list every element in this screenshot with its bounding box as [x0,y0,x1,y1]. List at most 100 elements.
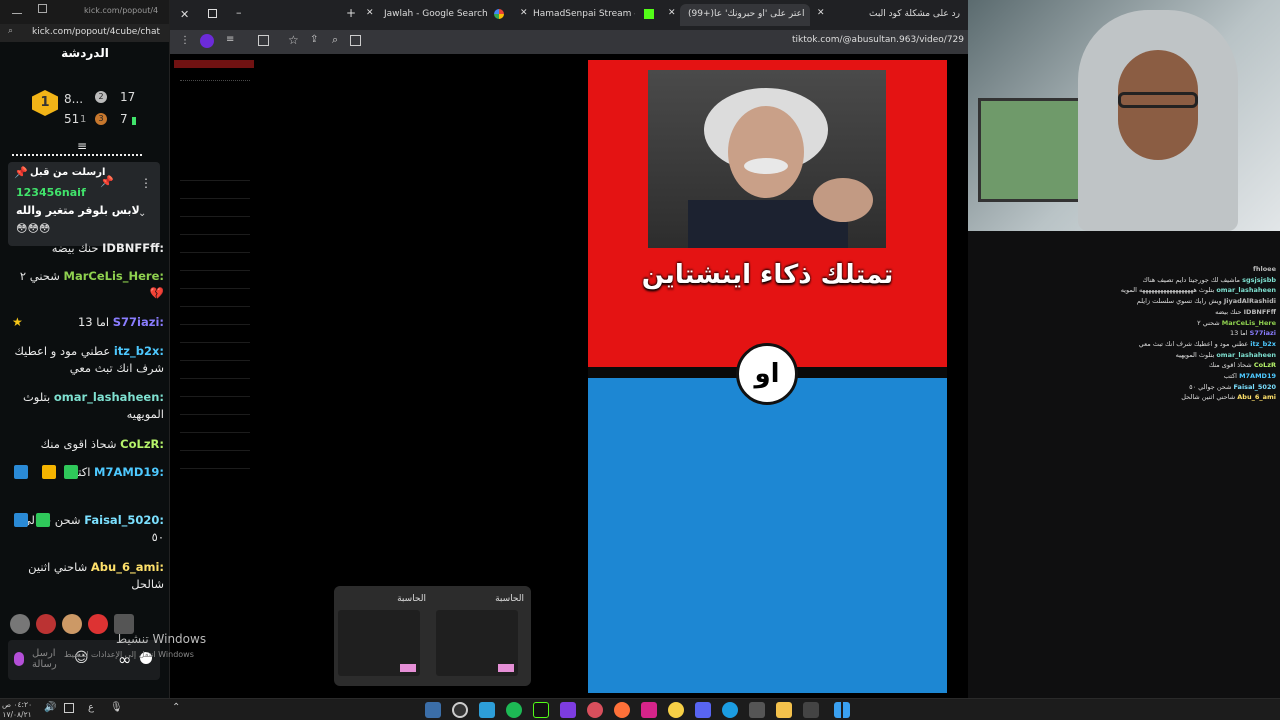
chat-username[interactable]: omar_lashaheen: [54,389,164,406]
chat-username[interactable]: CoLzR: [120,436,164,453]
overlay-text: ويش رايك تسوي سلسلت زايلم [1136,297,1222,306]
restore-icon[interactable] [208,9,217,18]
volume-icon[interactable]: 🔊 [44,702,56,713]
chat-message: MarCeLis_Here: شحني ٢ 💔 [8,268,164,302]
equals-key [400,664,416,672]
close-icon[interactable]: ✕ [180,8,189,21]
tab-bar: ✕ – + ✕ Jawlah - Google Search ✕ HamadSe… [170,0,968,30]
language-icon[interactable]: ع [88,702,94,713]
sidebar-icon[interactable] [258,35,269,46]
menu-lines-icon[interactable]: ≡ [77,139,87,153]
unpin-icon[interactable]: 📌 [100,175,114,188]
tab-label: Jawlah - Google Search [384,9,488,19]
queue-icon[interactable]: ≡ [226,34,234,45]
option-blue-panel [588,378,947,693]
chat-message: CoLzR: شحاذ اقوى منك [8,436,164,453]
chat-message: omar_lashaheen: بتلوث المويهيه [8,389,164,423]
windows-start-icon[interactable] [834,702,850,718]
zoom-icon[interactable]: ⌕ [332,33,338,47]
tab-close-icon[interactable]: ✕ [366,8,374,18]
new-tab-icon[interactable]: + [346,6,356,20]
chat-username[interactable]: Faisal_5020: [84,512,164,529]
app-icon[interactable] [560,702,576,718]
app-icon[interactable] [587,702,603,718]
overlay-text: شحن جوالي ٥٠ [1189,382,1232,391]
leader-1-value: 8... [64,92,84,106]
spotify-icon[interactable] [506,702,522,718]
windows-activation-subtitle: انتقل إلى الإعدادات لتنشيط Windows [64,650,194,659]
overlay-username: Faisal_5020 [1233,382,1277,391]
overlay-username: itz_b2x [1250,339,1276,348]
chat-message: IDBNFFff: حنك بيضه [8,240,164,254]
tab-label: (99+)اعتر على 'او حبرونك' عا [688,9,805,19]
app-icon[interactable] [749,702,765,718]
overlay-username: omar_lashaheen [1216,286,1276,295]
equals-key [498,664,514,672]
chevron-up-icon[interactable]: ⌃ [172,702,180,713]
tab-google[interactable]: Jawlah - Google Search [376,4,496,26]
chat-input[interactable]: ارسل رسالة ☺ ∞ [8,640,160,680]
leader-1-subcount: 1 [80,114,87,125]
mic-tray-icon[interactable]: 🎙 [110,702,123,713]
calculator-preview[interactable]: الحاسبة [436,594,524,678]
minimize-icon[interactable] [12,4,22,14]
avatar[interactable] [36,614,56,634]
calculator-app-icon[interactable] [425,702,441,718]
firefox-icon[interactable] [614,702,630,718]
option-red-panel: تمتلك ذكاء اينشتاين [588,60,947,367]
app-icon[interactable] [668,702,684,718]
chat-username[interactable]: IDBNFFff: [102,240,164,254]
chat-username[interactable]: itz_b2x: [114,343,164,360]
overlay-chat-row: omar_lashaheen بتلوث المويهيه [1080,350,1276,361]
video-player[interactable]: تمتلك ذكاء اينشتاين او [588,60,947,693]
chat-message: Faisal_5020: شحن جوالي ٥٠ [8,512,164,546]
tab-tiktok[interactable]: (99+)اعتر على 'او حبرونك' عا [680,4,810,26]
extension-icon[interactable] [200,34,214,48]
chat-header: الدردشة [61,46,109,60]
calculator-preview[interactable]: الحاسبة [338,594,426,678]
chat-text: اما 13 [77,315,110,329]
chat-text: حنك بيضه [51,241,99,254]
edge-icon[interactable] [722,702,738,718]
chat-username[interactable]: M7AMD19: [94,464,164,481]
gift-badge-icon [36,513,50,527]
avatar[interactable] [114,614,134,634]
screenshot-icon[interactable] [350,35,361,46]
instagram-icon[interactable] [641,702,657,718]
chat-username[interactable]: MarCeLis_Here: [64,268,164,285]
minimize-icon[interactable]: – [236,6,242,19]
overlay-text: بتلوث المويهيه [1175,350,1215,359]
pinned-message[interactable]: 📌 ارسلت من قبل 📌 ⋮ 123456naif لابس بلوفر… [8,162,160,246]
chevron-down-icon[interactable]: ⌄ [138,208,146,219]
tab-close-icon[interactable]: ✕ [817,8,825,18]
chat-username[interactable]: Abu_6_ami: [91,559,164,576]
tab-close-icon[interactable]: ✕ [668,8,676,18]
avatar[interactable] [10,614,30,634]
clock[interactable]: ٠٤:٢٠ ص ١٧/٠٨/٢١ [2,700,32,720]
maximize-icon[interactable] [38,4,47,13]
discord-icon[interactable] [695,702,711,718]
bookmark-star-icon[interactable]: ☆ [288,33,299,47]
chat-address-bar[interactable]: ⌕ kick.com/popout/4cube/chat [0,24,169,42]
tab-reply[interactable]: رد على مشكلة كود البث [860,4,968,26]
app-icon[interactable] [803,702,819,718]
telegram-icon[interactable] [479,702,495,718]
or-badge: او [736,343,798,405]
avatar[interactable] [88,614,108,634]
more-options-icon[interactable]: ⋮ [140,176,152,190]
avatar[interactable] [62,614,82,634]
calculator-thumbnail [436,610,518,676]
address-bar[interactable]: tiktok.com/@abusultan.963/video/729 [792,35,964,45]
rank-3-badge-icon: 3 [95,113,107,125]
file-explorer-icon[interactable] [776,702,792,718]
tab-kick-stream[interactable]: HamadSenpai Stream - Watch [525,4,635,26]
menu-icon[interactable]: ⋮ [180,35,190,46]
share-icon[interactable]: ⇪ [310,34,318,45]
network-icon[interactable] [64,703,74,713]
overlay-text: شاحني اثنين شالحل [1181,393,1236,402]
terminal-icon[interactable] [533,702,549,718]
obs-icon[interactable] [452,702,468,718]
chat-username[interactable]: S77iazi: [113,314,164,331]
mic-icon[interactable] [14,652,24,666]
preview-lines [180,180,250,480]
